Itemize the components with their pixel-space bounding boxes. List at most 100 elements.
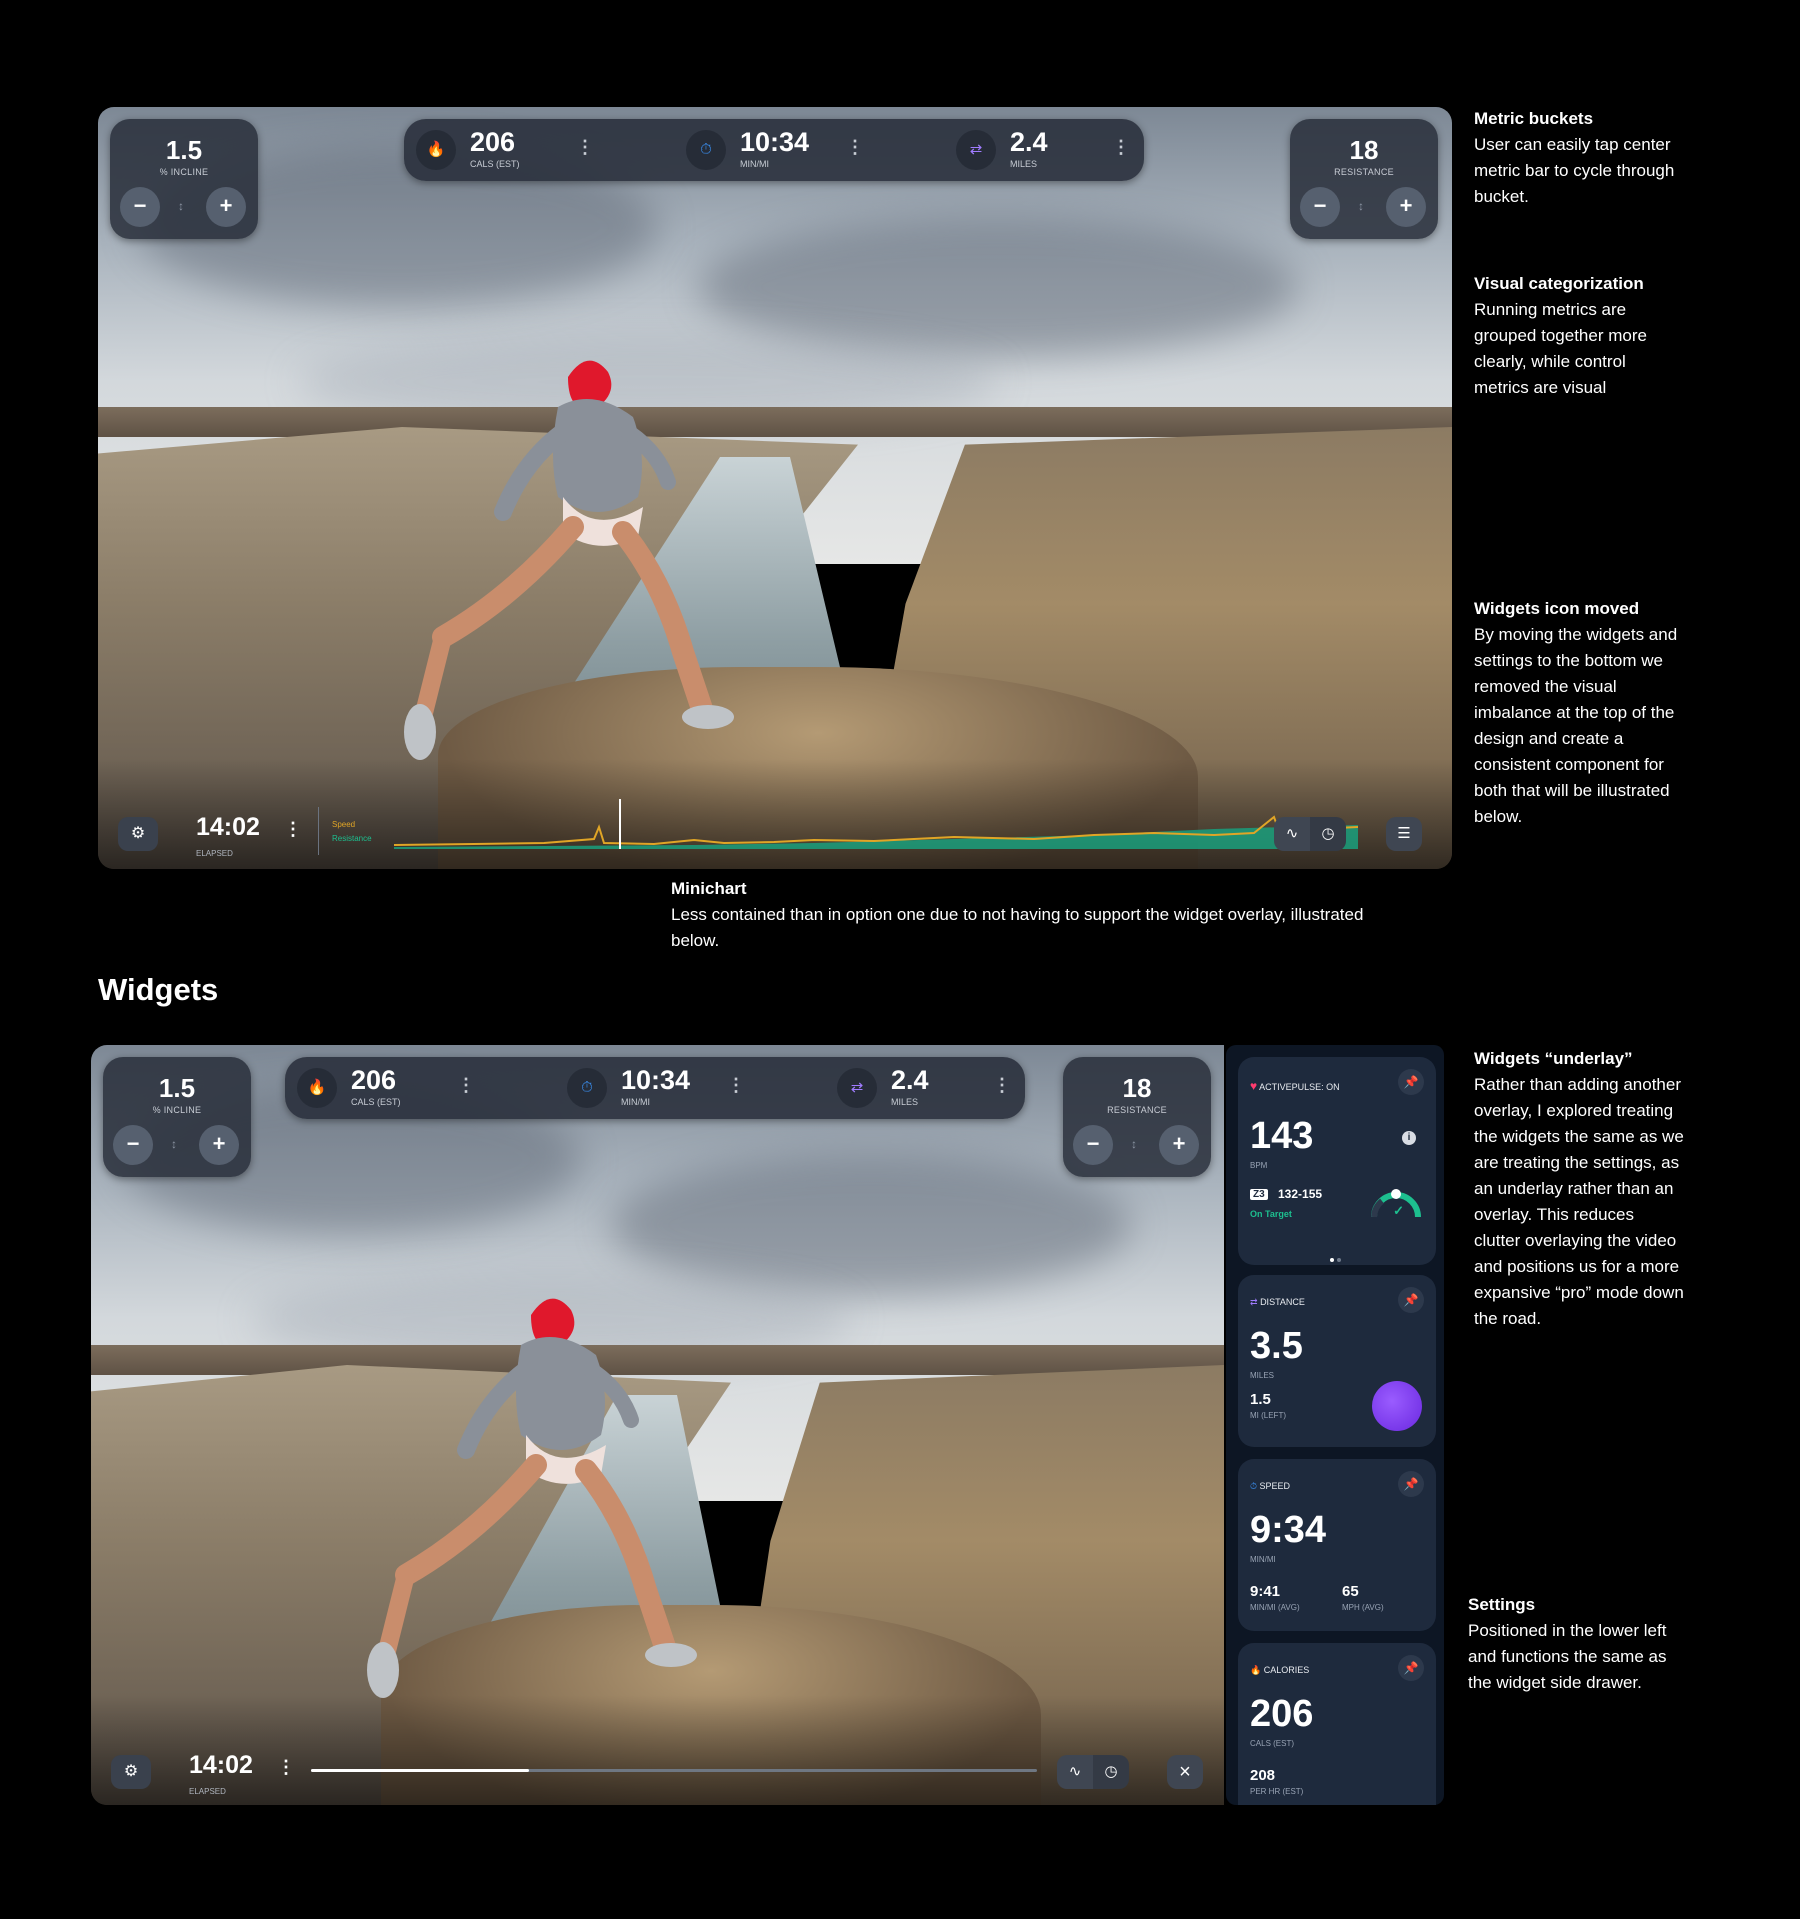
resistance-control: 18 RESISTANCE − ↕ + bbox=[1290, 119, 1438, 239]
metric-unit: MIN/MI bbox=[740, 159, 769, 169]
elapsed-time: 14:02 bbox=[189, 1751, 253, 1779]
widget-head: ⏱ SPEED bbox=[1250, 1481, 1291, 1491]
incline-minus-button[interactable]: − bbox=[120, 187, 160, 227]
widget-head: ⇄ DISTANCE bbox=[1250, 1297, 1305, 1307]
runner-figure bbox=[367, 1298, 697, 1698]
avg-pace-value: 9:41 bbox=[1250, 1583, 1281, 1600]
more-icon[interactable]: ⋮ bbox=[284, 819, 302, 840]
info-icon[interactable]: i bbox=[1402, 1131, 1416, 1145]
metric-bar[interactable]: 🔥 206 CALS (EST) ⋮ ⏱ 10:34 MIN/MI ⋮ ⇄ 2.… bbox=[404, 119, 1144, 181]
metric-unit: CALS (EST) bbox=[351, 1097, 401, 1107]
metric-pace: ⏱ 10:34 MIN/MI ⋮ bbox=[686, 119, 926, 181]
legend-speed: Speed bbox=[332, 820, 356, 829]
distance-left-value: 1.5 bbox=[1250, 1391, 1271, 1408]
metric-value: 2.4 bbox=[891, 1065, 929, 1095]
gauge-check-icon: ✓ bbox=[1393, 1203, 1404, 1218]
metric-value: 10:34 bbox=[740, 127, 810, 157]
resistance-label: RESISTANCE bbox=[1107, 1105, 1167, 1115]
zone-badge: Z3 bbox=[1250, 1189, 1268, 1200]
widget-head: 🔥 CALORIES bbox=[1250, 1665, 1310, 1675]
widgets-menu-icon[interactable]: ☰ bbox=[1386, 817, 1422, 851]
note-widgets-underlay: Widgets “underlay” Rather than adding ano… bbox=[1474, 1049, 1684, 1328]
metric-distance: ⇄ 2.4 MILES ⋮ bbox=[837, 1057, 1017, 1119]
calories-rate-value: 208 bbox=[1250, 1767, 1276, 1784]
distance-icon: ⇄ bbox=[956, 130, 996, 170]
note-settings: Settings Positioned in the lower left and… bbox=[1468, 1595, 1667, 1692]
pin-icon[interactable]: 📌 bbox=[1398, 1655, 1424, 1681]
widget-head: ♥ ACTIVEPULSE: ON bbox=[1250, 1079, 1340, 1093]
widget-distance[interactable]: ⇄ DISTANCE 📌 3.5 MILES 1.5 MI (LEFT) bbox=[1238, 1275, 1436, 1447]
chart-toggle-icon[interactable]: ∿ bbox=[1274, 817, 1310, 851]
more-icon[interactable]: ⋮ bbox=[727, 1075, 745, 1096]
heart-rate-unit: BPM bbox=[1250, 1161, 1268, 1170]
note-metric-buckets: Metric buckets User can easily tap center… bbox=[1474, 109, 1675, 206]
zone-status: On Target bbox=[1250, 1209, 1292, 1219]
legend-resistance: Resistance bbox=[332, 834, 372, 843]
widget-activepulse[interactable]: ♥ ACTIVEPULSE: ON 📌 143 BPM i Z3 132-155… bbox=[1238, 1057, 1436, 1265]
metric-unit: MIN/MI bbox=[621, 1097, 650, 1107]
avg-mph-label: MPH (AVG) bbox=[1342, 1603, 1384, 1612]
page-dots bbox=[1330, 1249, 1344, 1262]
distance-progress-orb bbox=[1372, 1381, 1422, 1431]
clock-icon[interactable]: ◷ bbox=[1093, 1755, 1129, 1789]
resistance-plus-button[interactable]: + bbox=[1159, 1125, 1199, 1165]
chart-toggle-icon[interactable]: ∿ bbox=[1057, 1755, 1093, 1789]
more-icon[interactable]: ⋮ bbox=[277, 1757, 295, 1778]
settings-gear-icon[interactable]: ⚙ bbox=[111, 1755, 151, 1789]
updown-icon: ↕ bbox=[171, 1137, 177, 1151]
more-icon[interactable]: ⋮ bbox=[457, 1075, 475, 1096]
pace-icon: ⏱ bbox=[567, 1068, 607, 1108]
elapsed-label: ELAPSED bbox=[189, 1787, 226, 1796]
clock-icon[interactable]: ◷ bbox=[1310, 817, 1346, 851]
distance-left-label: MI (LEFT) bbox=[1250, 1411, 1286, 1420]
close-icon[interactable]: × bbox=[1167, 1755, 1203, 1789]
metric-value: 206 bbox=[470, 127, 516, 157]
resistance-value: 18 bbox=[1122, 1073, 1152, 1103]
heart-rate-value: 143 bbox=[1250, 1115, 1314, 1157]
widget-speed[interactable]: ⏱ SPEED 📌 9:34 MIN/MI 9:41 MIN/MI (AVG) … bbox=[1238, 1459, 1436, 1631]
resistance-minus-button[interactable]: − bbox=[1073, 1125, 1113, 1165]
resistance-label: RESISTANCE bbox=[1334, 167, 1394, 177]
metric-calories: 🔥 206 CALS (EST) ⋮ bbox=[416, 119, 656, 181]
incline-minus-button[interactable]: − bbox=[113, 1125, 153, 1165]
resistance-minus-button[interactable]: − bbox=[1300, 187, 1340, 227]
incline-control: 1.5 % INCLINE − ↕ + bbox=[103, 1057, 251, 1177]
pin-icon[interactable]: 📌 bbox=[1398, 1471, 1424, 1497]
more-icon[interactable]: ⋮ bbox=[1112, 137, 1130, 158]
widget-calories[interactable]: 🔥 CALORIES 📌 206 CALS (EST) 208 PER HR (… bbox=[1238, 1643, 1436, 1805]
zone-range: 132-155 bbox=[1278, 1187, 1323, 1201]
calories-value: 206 bbox=[1250, 1693, 1314, 1735]
note-widgets-icon-moved: Widgets icon moved By moving the widgets … bbox=[1474, 599, 1678, 826]
metric-unit: CALS (EST) bbox=[470, 159, 520, 169]
updown-icon: ↕ bbox=[1358, 199, 1364, 213]
minichart[interactable] bbox=[394, 799, 1358, 849]
distance-icon: ⇄ bbox=[837, 1068, 877, 1108]
pin-icon[interactable]: 📌 bbox=[1398, 1287, 1424, 1313]
progress-track[interactable] bbox=[311, 1769, 1037, 1772]
incline-plus-button[interactable]: + bbox=[199, 1125, 239, 1165]
more-icon[interactable]: ⋮ bbox=[846, 137, 864, 158]
metric-bar[interactable]: 🔥 206 CALS (EST) ⋮ ⏱ 10:34 MIN/MI ⋮ ⇄ 2.… bbox=[285, 1057, 1025, 1119]
more-icon[interactable]: ⋮ bbox=[576, 137, 594, 158]
settings-gear-icon[interactable]: ⚙ bbox=[118, 817, 158, 851]
distance-value: 3.5 bbox=[1250, 1325, 1303, 1367]
incline-plus-button[interactable]: + bbox=[206, 187, 246, 227]
incline-label: % INCLINE bbox=[152, 1105, 202, 1115]
resistance-value: 18 bbox=[1349, 135, 1379, 165]
resistance-control: 18 RESISTANCE − ↕ + bbox=[1063, 1057, 1211, 1177]
pace-icon: ⏱ bbox=[686, 130, 726, 170]
calories-rate-label: PER HR (EST) bbox=[1250, 1787, 1304, 1796]
metric-distance: ⇄ 2.4 MILES ⋮ bbox=[956, 119, 1136, 181]
resistance-plus-button[interactable]: + bbox=[1386, 187, 1426, 227]
progress-fill bbox=[311, 1769, 529, 1772]
pace-icon: ⏱ bbox=[1250, 1481, 1258, 1491]
video-frame-top: 1.5 % INCLINE − ↕ + 🔥 206 CALS (EST) ⋮ ⏱… bbox=[98, 107, 1452, 869]
video-frame-bottom: 1.5 % INCLINE − ↕ + 🔥 206 CALS (EST) ⋮ ⏱… bbox=[91, 1045, 1224, 1805]
metric-value: 2.4 bbox=[1010, 127, 1048, 157]
flame-icon: 🔥 bbox=[1250, 1665, 1262, 1675]
more-icon[interactable]: ⋮ bbox=[993, 1075, 1011, 1096]
distance-icon: ⇄ bbox=[1250, 1297, 1258, 1307]
updown-icon: ↕ bbox=[178, 199, 184, 213]
pin-icon[interactable]: 📌 bbox=[1398, 1069, 1424, 1095]
speed-unit: MIN/MI bbox=[1250, 1555, 1276, 1564]
